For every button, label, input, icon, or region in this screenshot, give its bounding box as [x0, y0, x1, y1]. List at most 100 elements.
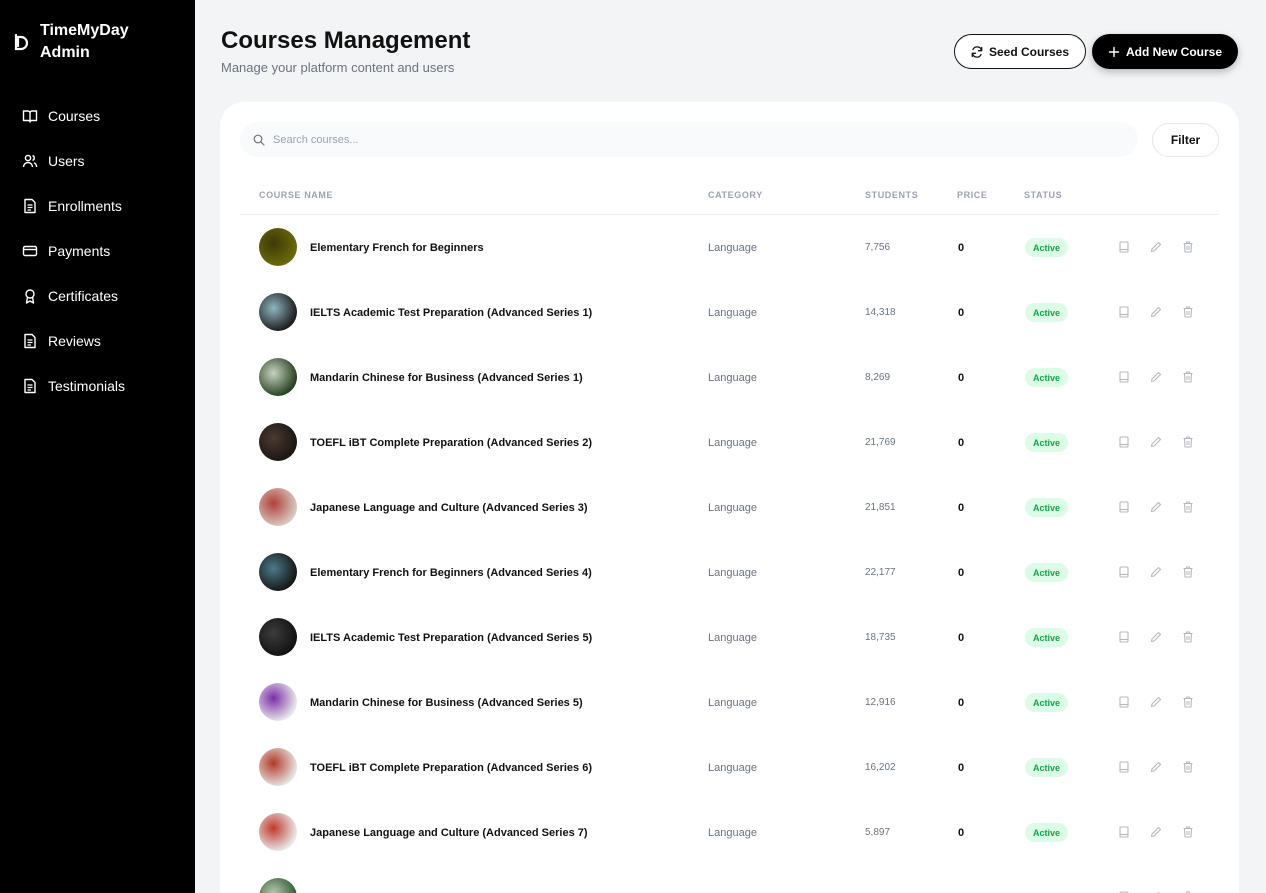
trash-icon — [1183, 436, 1193, 448]
sidebar-item-testimonials[interactable]: Testimonials — [0, 363, 195, 408]
view-icon — [1119, 241, 1129, 253]
status-badge: Active — [1025, 823, 1069, 842]
table-row[interactable]: Japanese Language and Culture (Advanced … — [240, 800, 1219, 865]
trash-icon — [1183, 761, 1193, 773]
edit-icon — [1150, 631, 1162, 643]
course-category: Language — [708, 436, 757, 449]
course-price: 0 — [958, 761, 965, 774]
sidebar-item-certificates[interactable]: Certificates — [0, 273, 195, 318]
delete-course-button[interactable] — [1181, 825, 1195, 839]
course-name[interactable]: Mandarin Chinese for Business (Advanced … — [310, 345, 583, 410]
column-header-category: CATEGORY — [708, 190, 763, 200]
course-price: 0 — [958, 306, 965, 319]
table-row[interactable]: Elementary French for Beginners Language 7… — [240, 215, 1219, 280]
edit-course-button[interactable] — [1149, 565, 1163, 579]
sidebar-item-label: Testimonials — [48, 377, 126, 394]
edit-course-button[interactable] — [1149, 435, 1163, 449]
seed-courses-button[interactable]: Seed Courses — [954, 34, 1086, 69]
view-icon — [1119, 371, 1129, 383]
sidebar-item-label: Enrollments — [48, 197, 122, 214]
course-name[interactable]: TOEFL iBT Complete Preparation (Advanced… — [310, 735, 592, 800]
refresh-icon — [971, 45, 983, 58]
courses-card: Filter COURSE NAME CATEGORY STUDENTS PRI… — [220, 102, 1239, 893]
course-thumbnail — [259, 813, 297, 851]
view-course-button[interactable] — [1117, 695, 1131, 709]
view-course-button[interactable] — [1117, 825, 1131, 839]
sidebar-item-courses[interactable]: Courses — [0, 93, 195, 138]
delete-course-button[interactable] — [1181, 695, 1195, 709]
delete-course-button[interactable] — [1181, 370, 1195, 384]
search-bar[interactable] — [240, 122, 1138, 157]
edit-course-button[interactable] — [1149, 305, 1163, 319]
view-course-button[interactable] — [1117, 630, 1131, 644]
delete-course-button[interactable] — [1181, 305, 1195, 319]
sidebar-item-enrollments[interactable]: Enrollments — [0, 183, 195, 228]
course-name[interactable]: IELTS Academic Test Preparation (Advance… — [310, 605, 592, 670]
course-name[interactable]: IELTS Academic Test Preparation (Advance… — [310, 280, 592, 345]
sidebar-item-label: Users — [48, 152, 85, 169]
delete-course-button[interactable] — [1181, 500, 1195, 514]
view-course-button[interactable] — [1117, 305, 1131, 319]
course-name[interactable]: Japanese Language and Culture (Advanced … — [310, 475, 588, 540]
table-row[interactable]: Mandarin Chinese for Business (Advanced … — [240, 670, 1219, 735]
view-course-button[interactable] — [1117, 500, 1131, 514]
sidebar-item-label: Certificates — [48, 287, 119, 304]
edit-course-button[interactable] — [1149, 825, 1163, 839]
course-thumbnail — [259, 423, 297, 461]
view-icon — [1119, 306, 1129, 318]
table-row[interactable]: Elementary French for Beginners (Advance… — [240, 540, 1219, 605]
sidebar-item-users[interactable]: Users — [0, 138, 195, 183]
edit-course-button[interactable] — [1149, 370, 1163, 384]
seed-courses-label: Seed Courses — [988, 44, 1070, 59]
edit-course-button[interactable] — [1149, 695, 1163, 709]
table-row[interactable]: TOEFL iBT Complete Preparation (Advanced… — [240, 735, 1219, 800]
delete-course-button[interactable] — [1181, 435, 1195, 449]
edit-icon — [1150, 696, 1162, 708]
view-course-button[interactable] — [1117, 435, 1131, 449]
page-title: Courses Management — [221, 27, 471, 54]
filter-button[interactable]: Filter — [1152, 123, 1219, 157]
sidebar-item-reviews[interactable]: Reviews — [0, 318, 195, 363]
brand-logo-icon — [14, 33, 29, 51]
delete-course-button[interactable] — [1181, 565, 1195, 579]
table-row[interactable] — [240, 865, 1219, 893]
status-badge: Active — [1025, 433, 1069, 452]
course-name[interactable]: Japanese Language and Culture (Advanced … — [310, 800, 588, 865]
table-row[interactable]: IELTS Academic Test Preparation (Advance… — [240, 280, 1219, 345]
course-price: 0 — [958, 696, 965, 709]
course-name[interactable]: TOEFL iBT Complete Preparation (Advanced… — [310, 410, 592, 475]
column-header-price: PRICE — [957, 190, 988, 200]
table-row[interactable]: IELTS Academic Test Preparation (Advance… — [240, 605, 1219, 670]
edit-course-button[interactable] — [1149, 240, 1163, 254]
course-name[interactable]: Mandarin Chinese for Business (Advanced … — [310, 670, 583, 735]
edit-course-button[interactable] — [1149, 630, 1163, 644]
brand[interactable]: TimeMyDay Admin — [14, 20, 129, 64]
table-row[interactable]: Mandarin Chinese for Business (Advanced … — [240, 345, 1219, 410]
page-subtitle: Manage your platform content and users — [221, 60, 455, 75]
brand-name: TimeMyDay — [40, 22, 129, 39]
view-course-button[interactable] — [1117, 565, 1131, 579]
search-input[interactable] — [273, 133, 1073, 146]
delete-course-button[interactable] — [1181, 760, 1195, 774]
course-name[interactable]: Elementary French for Beginners (Advance… — [310, 540, 592, 605]
sidebar-item-payments[interactable]: Payments — [0, 228, 195, 273]
view-course-button[interactable] — [1117, 370, 1131, 384]
credit-card-icon — [22, 245, 38, 256]
course-thumbnail — [259, 358, 297, 396]
edit-course-button[interactable] — [1149, 500, 1163, 514]
view-course-button[interactable] — [1117, 760, 1131, 774]
view-course-button[interactable] — [1117, 240, 1131, 254]
add-new-course-button[interactable]: Add New Course — [1092, 34, 1238, 69]
trash-icon — [1183, 566, 1193, 578]
trash-icon — [1183, 501, 1193, 513]
file-text-icon — [24, 198, 36, 213]
delete-course-button[interactable] — [1181, 240, 1195, 254]
course-thumbnail — [259, 748, 297, 786]
column-header-status: STATUS — [1024, 190, 1063, 200]
edit-icon — [1150, 436, 1162, 448]
course-name[interactable]: Elementary French for Beginners — [310, 215, 484, 280]
table-row[interactable]: Japanese Language and Culture (Advanced … — [240, 475, 1219, 540]
edit-course-button[interactable] — [1149, 760, 1163, 774]
delete-course-button[interactable] — [1181, 630, 1195, 644]
table-row[interactable]: TOEFL iBT Complete Preparation (Advanced… — [240, 410, 1219, 475]
